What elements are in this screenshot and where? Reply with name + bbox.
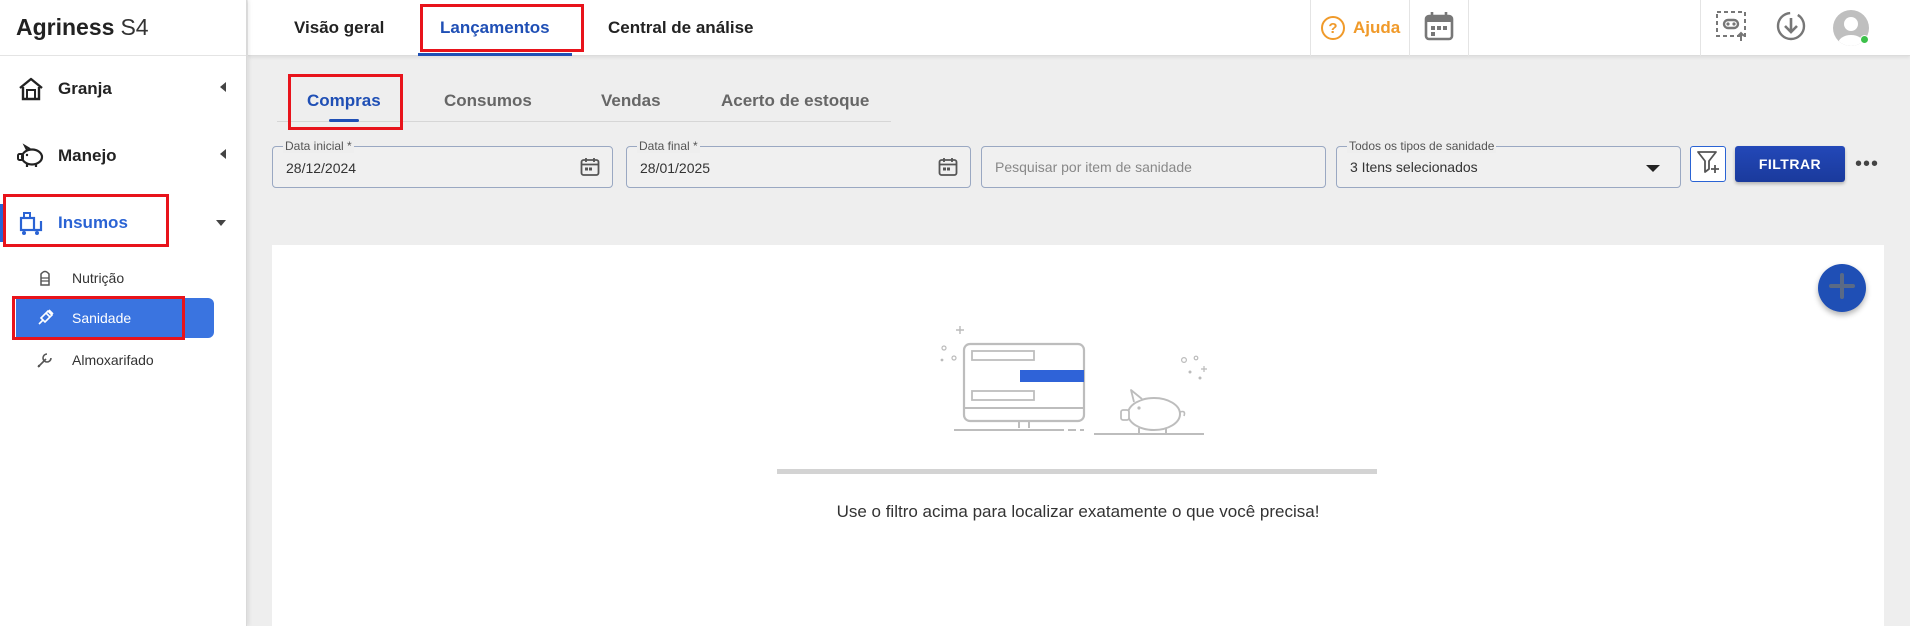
tab-lancamentos[interactable]: Lançamentos xyxy=(418,0,572,56)
tab-label: Central de análise xyxy=(608,18,754,37)
download-icon xyxy=(1775,10,1807,47)
tab-label: Visão geral xyxy=(294,18,385,37)
end-date-field[interactable]: Data final * 28/01/2025 xyxy=(626,139,971,188)
help-circle-icon: ? xyxy=(1321,16,1345,40)
silo-icon xyxy=(34,267,56,289)
sanitary-types-value: 3 Itens selecionados xyxy=(1350,159,1478,175)
sidebar-item-granja[interactable]: Granja xyxy=(0,62,247,116)
end-date-label: Data final * xyxy=(637,139,700,153)
empty-state-illustration xyxy=(934,322,1224,452)
calendar-button[interactable] xyxy=(1409,0,1469,56)
sidebar-subitem-label: Sanidade xyxy=(72,310,132,326)
start-date-label: Data inicial * xyxy=(283,139,354,153)
start-date-value: 28/12/2024 xyxy=(286,160,357,176)
filter-button[interactable]: FILTRAR xyxy=(1735,146,1845,182)
calendar-icon xyxy=(1423,10,1455,47)
help-label: Ajuda xyxy=(1353,18,1401,37)
subtab-compras[interactable]: Compras xyxy=(307,80,381,122)
tab-central-de-analise[interactable]: Central de análise xyxy=(608,0,754,56)
subtab-vendas[interactable]: Vendas xyxy=(601,80,661,122)
filter-add-button[interactable] xyxy=(1690,146,1726,182)
screen-share-icon xyxy=(1714,9,1748,48)
online-status-dot xyxy=(1860,35,1869,44)
end-date-value: 28/01/2025 xyxy=(640,160,711,176)
plus-icon xyxy=(1828,272,1856,305)
sidebar-item-insumos[interactable]: Insumos xyxy=(0,196,247,250)
download-button[interactable] xyxy=(1761,0,1821,56)
tab-label: Lançamentos xyxy=(440,18,550,37)
subtab-label: Compras xyxy=(307,91,381,110)
wrench-icon xyxy=(34,349,56,371)
caret-down-icon xyxy=(1646,165,1660,172)
search-placeholder: Pesquisar por item de sanidade xyxy=(995,159,1192,175)
chevron-left-icon xyxy=(219,147,227,165)
barn-icon xyxy=(16,74,46,104)
sanitary-types-label: Todos os tipos de sanidade xyxy=(1347,139,1497,153)
chevron-left-icon xyxy=(219,80,227,98)
calendar-icon[interactable] xyxy=(580,157,600,182)
add-button[interactable] xyxy=(1818,264,1866,312)
sidebar-subitem-almoxarifado[interactable]: Almoxarifado xyxy=(16,340,214,380)
calendar-icon[interactable] xyxy=(938,157,958,182)
brand-name: Agriness xyxy=(16,14,115,40)
start-date-field[interactable]: Data inicial * 28/12/2024 xyxy=(272,139,613,188)
sidebar-item-label: Manejo xyxy=(58,146,117,165)
sidebar-subitem-sanidade[interactable]: Sanidade xyxy=(16,298,214,338)
subtab-label: Vendas xyxy=(601,91,661,110)
syringe-icon xyxy=(34,307,56,329)
sidebar-item-label: Insumos xyxy=(58,213,128,232)
subtab-label: Acerto de estoque xyxy=(721,91,870,110)
subtab-acerto-de-estoque[interactable]: Acerto de estoque xyxy=(721,80,869,122)
sanitary-types-select[interactable]: Todos os tipos de sanidade 3 Itens selec… xyxy=(1336,139,1681,188)
brand-version: S4 xyxy=(120,14,149,40)
sidebar: Agriness S4 Granja Manejo Insumos Nutriç… xyxy=(0,0,247,626)
chevron-down-icon xyxy=(215,214,227,232)
subtab-consumos[interactable]: Consumos xyxy=(444,80,532,122)
top-bar: Visão geral Lançamentos Central de análi… xyxy=(248,0,1910,56)
sub-tabs: Compras Consumos Vendas Acerto de estoqu… xyxy=(277,80,891,122)
sidebar-item-label: Granja xyxy=(58,79,112,98)
sidebar-item-manejo[interactable]: Manejo xyxy=(0,129,247,183)
user-avatar-button[interactable] xyxy=(1821,0,1881,56)
sidebar-subitem-nutricao[interactable]: Nutrição xyxy=(16,258,214,298)
subtab-label: Consumos xyxy=(444,91,532,110)
help-button[interactable]: ? Ajuda xyxy=(1310,0,1410,56)
search-item-input[interactable]: Pesquisar por item de sanidade xyxy=(981,146,1326,188)
top-actions xyxy=(1700,0,1881,56)
pig-icon xyxy=(16,141,46,171)
more-options-icon[interactable]: ••• xyxy=(1855,150,1879,178)
sidebar-subitem-label: Nutrição xyxy=(72,270,125,286)
tab-visao-geral[interactable]: Visão geral xyxy=(294,0,384,56)
empty-state-message: Use o filtro acima para localizar exatam… xyxy=(836,502,1320,521)
sidebar-subitem-label: Almoxarifado xyxy=(72,352,154,368)
screen-share-button[interactable] xyxy=(1701,0,1761,56)
empty-state-divider xyxy=(777,469,1377,474)
brand-logo[interactable]: Agriness S4 xyxy=(0,0,246,56)
supplies-cart-icon xyxy=(16,208,46,238)
filter-add-icon xyxy=(1695,149,1721,180)
